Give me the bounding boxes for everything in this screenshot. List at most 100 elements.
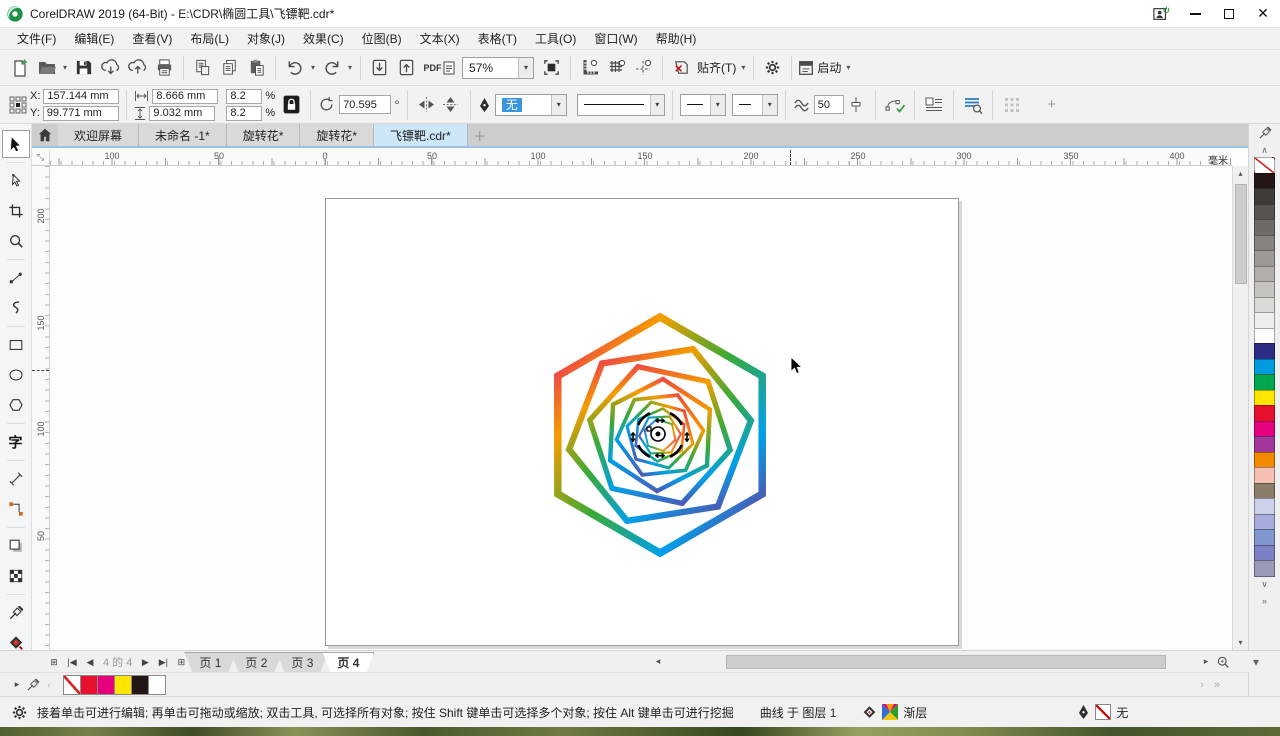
artistic-media-tool[interactable] [2,294,30,322]
y-position-input[interactable]: 99.771 mm [43,106,119,121]
mirror-horizontal-button[interactable] [415,92,439,118]
document-tab[interactable]: 旋转花* [300,124,374,146]
menu-item[interactable]: 表格(T) [469,28,526,49]
dropdown-caret-icon[interactable]: ▾ [60,63,70,72]
publish-pdf-button[interactable]: PDF [420,54,458,81]
x-position-input[interactable]: 157.144 mm [43,89,119,104]
page-tab[interactable]: 页 4 [322,652,374,672]
color-swatch[interactable] [1254,421,1275,438]
text-tool[interactable]: 字 [2,428,30,456]
page-tab[interactable]: 页 2 [230,652,282,672]
minimize-button[interactable] [1178,0,1212,27]
document-tab[interactable]: 旋转花* [227,124,301,146]
status-gear-icon[interactable] [10,703,29,722]
outline-width-combo[interactable]: 无 ▾ [495,94,567,116]
palette-scroll-down-icon[interactable]: ∨ [1261,577,1268,593]
end-arrowhead-dropdown-icon[interactable]: ▾ [762,95,777,115]
show-grid-button[interactable] [603,54,630,81]
menu-item[interactable]: 编辑(E) [65,28,123,49]
scale-x-input[interactable]: 8.2 [226,89,262,104]
color-swatch[interactable] [1254,281,1275,298]
color-eyedropper-tool[interactable] [2,599,30,627]
color-swatch[interactable] [1254,529,1275,546]
doc-color-swatch[interactable] [131,675,149,695]
smoothing-input[interactable]: 50 [814,95,844,114]
last-page-button[interactable]: ▶| [154,652,172,672]
crop-tool[interactable] [2,197,30,225]
export-button[interactable] [393,54,420,81]
object-origin-selector[interactable] [6,92,30,118]
launcher-button[interactable]: 启动 [797,59,843,77]
shape-tool[interactable] [2,167,30,195]
color-swatch[interactable] [1254,390,1275,407]
new-document-tab-button[interactable]: ＋ [468,124,492,146]
end-arrowhead-combo[interactable]: ▾ [732,94,778,116]
horizontal-scrollbar-thumb[interactable] [726,655,1166,669]
dropdown-caret-icon[interactable]: ▾ [738,63,748,72]
menu-item[interactable]: 窗口(W) [585,28,646,49]
document-tab[interactable]: 未命名 -1* [139,124,227,146]
palette-expand-icon[interactable]: » [1262,593,1267,609]
horizontal-scrollbar-track[interactable] [666,655,1198,669]
start-arrowhead-dropdown-icon[interactable]: ▾ [710,95,725,115]
doc-color-swatch[interactable] [114,675,132,695]
dropdown-caret-icon[interactable]: ▾ [308,63,318,72]
close-button[interactable]: ✕ [1246,0,1280,27]
dimension-tool[interactable] [2,465,30,493]
close-curve-button[interactable] [883,92,907,118]
docpalette-flyout-icon[interactable]: ▸ [8,675,26,695]
cut-button[interactable] [189,54,216,81]
zoom-level-dropdown-icon[interactable]: ▾ [518,58,533,78]
open-document-button[interactable] [33,54,60,81]
menu-item[interactable]: 对象(J) [238,28,294,49]
color-swatch[interactable] [1254,266,1275,283]
document-tab[interactable]: 欢迎屏幕 [58,124,139,146]
ellipse-tool[interactable] [2,361,30,389]
menu-item[interactable]: 效果(C) [294,28,353,49]
scroll-up-icon[interactable]: ▴ [1233,166,1248,181]
save-button[interactable] [70,54,97,81]
object-height-input[interactable]: 9.032 mm [149,106,215,121]
scroll-down-icon[interactable]: ▾ [1233,635,1248,650]
options-button[interactable] [759,54,786,81]
add-page-before-button[interactable]: ⊞ [45,652,63,672]
docpalette-scroll-right-icons[interactable]: ›» [1200,679,1230,691]
document-tab[interactable]: 飞镖靶.cdr* [374,124,468,146]
horizontal-scrollbar[interactable]: ◂ ▸ [650,650,1232,672]
page-tab[interactable]: 页 3 [276,652,328,672]
rectangle-tool[interactable] [2,331,30,359]
color-swatch[interactable] [1254,328,1275,345]
scale-y-input[interactable]: 8.2 [226,106,262,121]
undo-button[interactable] [281,54,308,81]
first-page-button[interactable]: |◀ [63,652,81,672]
text-properties-button[interactable] [961,92,985,118]
paste-button[interactable] [243,54,270,81]
color-swatch-none[interactable] [1254,157,1275,174]
snap-off-button[interactable] [668,54,695,81]
document-page[interactable] [325,198,959,646]
color-swatch[interactable] [1254,235,1275,252]
redo-button[interactable] [318,54,345,81]
chevron-down-icon[interactable]: ▾ [1253,655,1259,669]
pan-zoom-icon[interactable] [1214,655,1232,669]
menu-item[interactable]: 位图(B) [353,28,411,49]
zoom-level-combo[interactable]: 57%▾ [462,57,534,79]
scroll-right-icon[interactable]: ▸ [1198,656,1214,667]
color-swatch[interactable] [1254,483,1275,500]
copy-button[interactable] [216,54,243,81]
color-swatch[interactable] [1254,359,1275,376]
color-swatch[interactable] [1254,467,1275,484]
color-swatch[interactable] [1254,498,1275,515]
menu-item[interactable]: 文本(X) [411,28,469,49]
color-swatch[interactable] [1254,188,1275,205]
color-swatch[interactable] [1254,560,1275,577]
line-style-dropdown-icon[interactable]: ▾ [650,95,664,115]
menu-item[interactable]: 文件(F) [8,28,65,49]
connector-tool[interactable] [2,495,30,523]
snap-to-button[interactable]: 贴齐(T) [695,59,738,76]
next-page-button[interactable]: ▶ [136,652,154,672]
color-swatch[interactable] [1254,514,1275,531]
color-swatch[interactable] [1254,452,1275,469]
fullscreen-preview-button[interactable] [538,54,565,81]
show-guidelines-button[interactable] [630,54,657,81]
